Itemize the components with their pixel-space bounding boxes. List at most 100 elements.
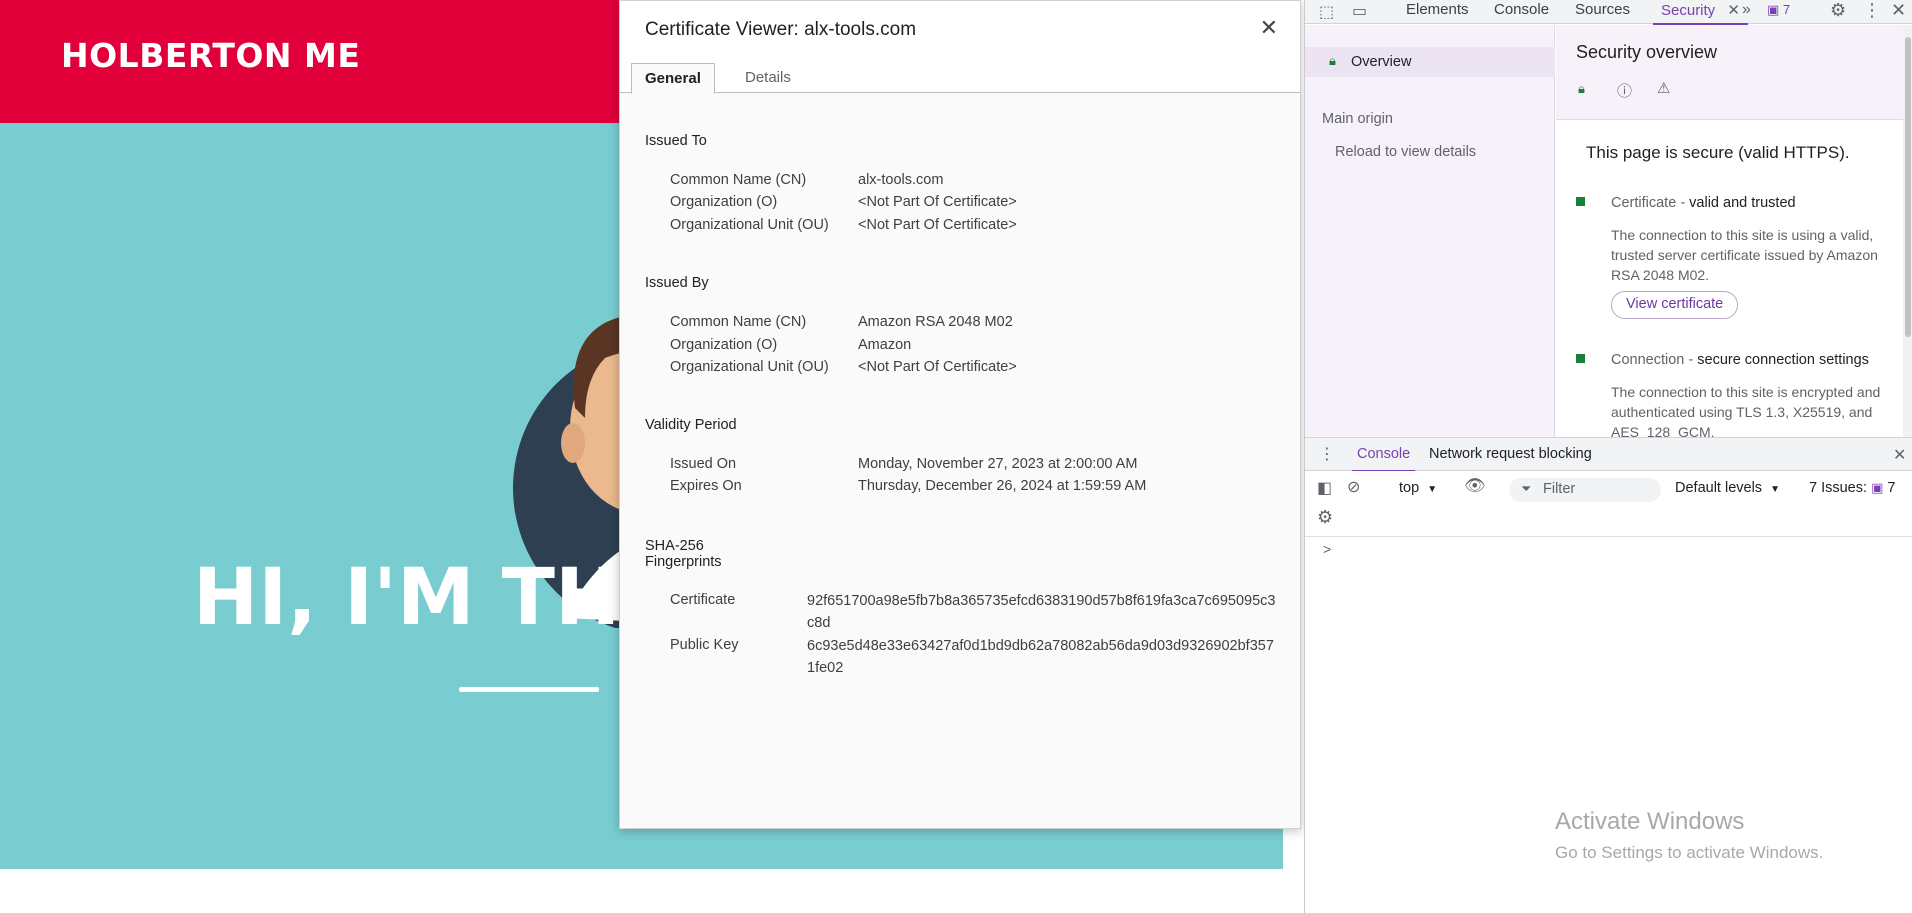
- log-levels-value: Default levels: [1675, 480, 1763, 496]
- kebab-menu-icon[interactable]: ⋮: [1863, 0, 1881, 21]
- device-toggle-icon[interactable]: ▭: [1352, 1, 1367, 21]
- security-overview-title: Security overview: [1576, 42, 1718, 62]
- more-tabs-icon[interactable]: »: [1742, 1, 1751, 19]
- dialog-titlebar: Certificate Viewer: alx-tools.com ✕: [620, 1, 1300, 59]
- connection-line: Connection - secure connection settings: [1611, 352, 1869, 368]
- issues-icon[interactable]: ▣ 7: [1767, 2, 1790, 18]
- log-levels-select[interactable]: Default levels ▼: [1675, 480, 1780, 496]
- issued-by-heading: Issued By: [645, 275, 709, 291]
- drawer-menu-icon[interactable]: ⋮: [1319, 444, 1335, 464]
- pubkey-fingerprint-label: Public Key: [670, 637, 739, 653]
- close-drawer-icon[interactable]: ✕: [1893, 445, 1906, 465]
- console-settings-gear-icon[interactable]: ⚙: [1317, 507, 1333, 528]
- security-overview-header: Security overview 🔒︎ ⓘ ⚠: [1556, 25, 1903, 120]
- connection-status: secure connection settings: [1697, 352, 1869, 368]
- issued-by-o-value: Amazon: [858, 337, 912, 353]
- issued-to-o-label: Organization (O): [670, 194, 778, 210]
- issued-by-cn-label: Common Name (CN): [670, 314, 807, 330]
- expires-on-label: Expires On: [670, 478, 742, 494]
- tab-elements[interactable]: Elements: [1406, 1, 1469, 18]
- issued-to-ou-label: Organizational Unit (OU): [670, 217, 829, 233]
- issued-by-ou-value: <Not Part Of Certificate>: [858, 359, 1017, 375]
- filter-icon: ⏷: [1521, 481, 1532, 496]
- certificate-desc: The connection to this site is using a v…: [1611, 227, 1878, 283]
- close-devtools-icon[interactable]: ✕: [1891, 0, 1906, 21]
- devtools-scrollbar[interactable]: [1903, 25, 1912, 437]
- fingerprints-heading-line1: SHA-256: [645, 538, 704, 554]
- issued-by-cn-value: Amazon RSA 2048 M02: [858, 314, 1013, 330]
- certificate-label: Certificate: [1611, 195, 1677, 211]
- close-icon[interactable]: ✕: [1260, 15, 1278, 41]
- scrollbar-thumb[interactable]: [1905, 37, 1911, 337]
- fingerprints-heading-line2: Fingerprints: [645, 554, 722, 570]
- issued-by-o-label: Organization (O): [670, 337, 778, 353]
- pubkey-fingerprint-value: 6c93e5d48e33e63427af0d1bd9db62a78082ab56…: [807, 638, 1274, 676]
- inspect-element-icon[interactable]: ⬚: [1319, 2, 1334, 22]
- certificate-viewer-dialog: Certificate Viewer: alx-tools.com ✕ Gene…: [619, 0, 1301, 829]
- site-logo[interactable]: HOLBERTON ME: [61, 36, 360, 75]
- drawer-tab-network-blocking[interactable]: Network request blocking: [1429, 446, 1592, 462]
- tab-general[interactable]: General: [631, 63, 715, 94]
- tab-details[interactable]: Details: [732, 63, 804, 94]
- connection-desc: The connection to this site is encrypted…: [1611, 384, 1881, 437]
- info-icon[interactable]: ⓘ: [1617, 80, 1632, 101]
- console-prompt[interactable]: >: [1323, 541, 1331, 557]
- clear-console-icon[interactable]: ⊘: [1347, 477, 1360, 497]
- security-overview-panel: Security overview 🔒︎ ⓘ ⚠ This page is se…: [1556, 25, 1903, 437]
- tab-console[interactable]: Console: [1494, 1, 1549, 18]
- issued-to-heading: Issued To: [645, 133, 707, 149]
- filter-placeholder: Filter: [1543, 481, 1576, 497]
- expires-on-value: Thursday, December 26, 2024 at 1:59:59 A…: [858, 478, 1147, 494]
- sidebar-main-origin: Main origin: [1322, 111, 1393, 127]
- issued-on-value: Monday, November 27, 2023 at 2:00:00 AM: [858, 456, 1138, 472]
- windows-watermark-subtitle: Go to Settings to activate Windows.: [1555, 843, 1824, 862]
- devtools-toolbar: ⬚ ▭ Elements Console Sources Security ✕ …: [1305, 0, 1912, 25]
- chevron-down-icon: ▼: [1427, 484, 1438, 495]
- issues-count: 7: [1782, 2, 1791, 17]
- console-toolbar: ◧ ⊘ top ▼ 👁︎ ⏷ Filter Default levels ▼ 7…: [1305, 471, 1912, 537]
- secure-lock-icon[interactable]: 🔒︎: [1578, 81, 1585, 97]
- filter-input[interactable]: ⏷ Filter: [1509, 478, 1661, 502]
- warning-icon[interactable]: ⚠: [1657, 79, 1670, 97]
- issues-number: 7: [1887, 480, 1896, 496]
- cert-tab-bar: General Details: [620, 59, 1300, 94]
- issues-counter[interactable]: 7 Issues: ▣ 7: [1809, 480, 1895, 496]
- windows-watermark-title: Activate Windows: [1555, 808, 1745, 835]
- tab-sources[interactable]: Sources: [1575, 1, 1630, 18]
- context-value: top: [1399, 480, 1420, 496]
- lock-icon: 🔒︎: [1329, 53, 1336, 68]
- issued-by-ou-label: Organizational Unit (OU): [670, 359, 829, 375]
- issued-on-label: Issued On: [670, 456, 737, 472]
- sidebar-reload-hint[interactable]: Reload to view details: [1335, 144, 1476, 160]
- connection-status-icon: [1576, 354, 1585, 363]
- certificate-line: Certificate - valid and trusted: [1611, 195, 1796, 211]
- sidebar-toggle-icon[interactable]: ◧: [1317, 478, 1332, 498]
- drawer-tab-console[interactable]: Console: [1352, 438, 1416, 472]
- connection-label: Connection: [1611, 352, 1685, 368]
- security-summary: This page is secure (valid HTTPS).: [1586, 143, 1850, 162]
- security-sidebar: 🔒︎ Overview Main origin Reload to view d…: [1305, 25, 1555, 437]
- validity-heading: Validity Period: [645, 417, 737, 433]
- sidebar-item-overview[interactable]: 🔒︎ Overview: [1305, 47, 1555, 77]
- devtools-panel: ⬚ ▭ Elements Console Sources Security ✕ …: [1304, 0, 1912, 913]
- issued-to-o-value: <Not Part Of Certificate>: [858, 194, 1017, 210]
- eye-icon[interactable]: 👁︎: [1464, 476, 1486, 496]
- dialog-title: Certificate Viewer: alx-tools.com: [645, 19, 917, 40]
- hero-divider: [459, 687, 599, 692]
- context-select[interactable]: top ▼: [1399, 480, 1437, 496]
- issues-icon: ▣: [1871, 480, 1884, 495]
- issues-label: 7 Issues:: [1809, 480, 1868, 496]
- certificate-status: valid and trusted: [1689, 195, 1796, 211]
- issued-to-cn-label: Common Name (CN): [670, 172, 807, 188]
- issued-to-ou-value: <Not Part Of Certificate>: [858, 217, 1017, 233]
- drawer-tab-bar: ⋮ Console Network request blocking ✕: [1305, 437, 1912, 472]
- close-tab-icon[interactable]: ✕: [1727, 2, 1740, 19]
- certificate-status-icon: [1576, 197, 1585, 206]
- cert-fingerprint-label: Certificate: [670, 592, 736, 608]
- gear-icon[interactable]: ⚙: [1830, 0, 1846, 21]
- issued-to-cn-value: alx-tools.com: [858, 172, 944, 188]
- tab-security-label: Security: [1661, 2, 1716, 19]
- tab-security[interactable]: Security ✕: [1653, 1, 1748, 25]
- sidebar-item-label: Overview: [1351, 54, 1412, 70]
- view-certificate-button[interactable]: View certificate: [1611, 291, 1739, 319]
